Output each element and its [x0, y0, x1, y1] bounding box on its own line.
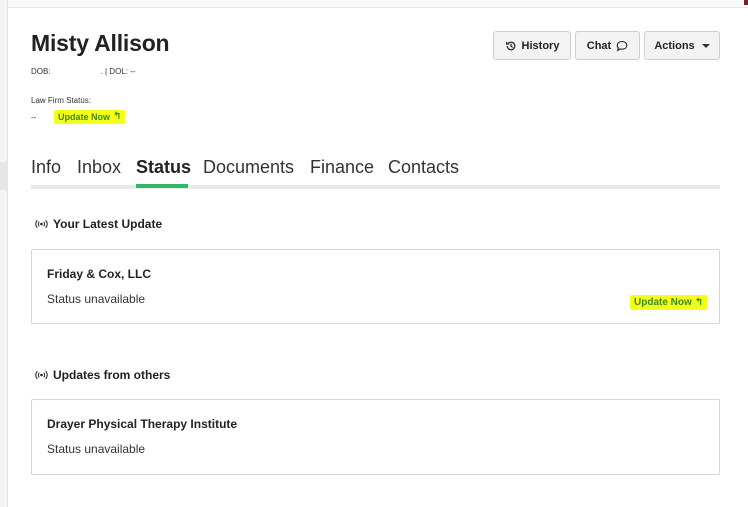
tab-contacts[interactable]: Contacts — [388, 157, 459, 178]
client-tabs: Info Inbox Status Documents Finance Cont… — [31, 154, 720, 189]
caret-down-icon — [701, 43, 710, 48]
left-edge-notch — [0, 162, 8, 190]
tab-documents[interactable]: Documents — [203, 157, 294, 178]
others-update-title: Updates from others — [53, 368, 171, 382]
latest-update-heading: Your Latest Update — [35, 217, 162, 231]
others-update-card: Drayer Physical Therapy Institute Status… — [31, 399, 720, 475]
dob-dol-line: DOB: . | DOL: -- — [31, 67, 136, 76]
tab-info[interactable]: Info — [31, 157, 61, 178]
latest-update-title: Your Latest Update — [53, 217, 163, 231]
card-update-now-label: Update Now — [634, 297, 692, 308]
left-edge-panel — [0, 0, 8, 507]
tab-status[interactable]: Status — [136, 157, 191, 178]
card-update-now-button[interactable]: Update Now ↰ — [630, 295, 708, 310]
reply-arrow-icon: ↰ — [694, 296, 704, 308]
law-firm-status-value: -- — [31, 113, 37, 122]
client-name: Misty Allison — [31, 30, 170, 56]
dob-label: DOB: — [31, 67, 51, 76]
chat-button[interactable]: Chat — [575, 31, 640, 60]
law-firm-update-now-button[interactable]: Update Now ↰ — [54, 110, 126, 124]
law-firm-status-label: Law Firm Status: — [31, 96, 92, 105]
history-button[interactable]: History — [493, 31, 571, 60]
tab-inbox[interactable]: Inbox — [77, 157, 121, 178]
active-tab-indicator — [136, 184, 188, 188]
latest-card-firm: Friday & Cox, LLC — [47, 267, 152, 281]
chat-label: Chat — [586, 39, 612, 52]
others-card-firm: Drayer Physical Therapy Institute — [47, 417, 238, 431]
broadcast-icon — [35, 219, 48, 229]
history-label: History — [521, 39, 560, 52]
update-now-label: Update Now — [58, 112, 111, 122]
history-icon — [505, 41, 515, 50]
others-update-heading: Updates from others — [35, 368, 170, 382]
top-rule — [8, 0, 748, 8]
reply-arrow-icon: ↰ — [113, 111, 122, 122]
dol-label: . | DOL: -- — [100, 67, 136, 76]
top-right-mark — [744, 0, 748, 5]
latest-card-status: Status unavailable — [47, 292, 146, 306]
latest-update-card: Friday & Cox, LLC Status unavailable — [31, 249, 720, 324]
tab-finance[interactable]: Finance — [310, 157, 374, 178]
actions-dropdown-button[interactable]: Actions — [644, 31, 720, 60]
others-card-status: Status unavailable — [47, 442, 146, 456]
chat-bubble-icon — [616, 40, 628, 52]
actions-label: Actions — [654, 39, 695, 52]
broadcast-icon — [35, 370, 48, 380]
